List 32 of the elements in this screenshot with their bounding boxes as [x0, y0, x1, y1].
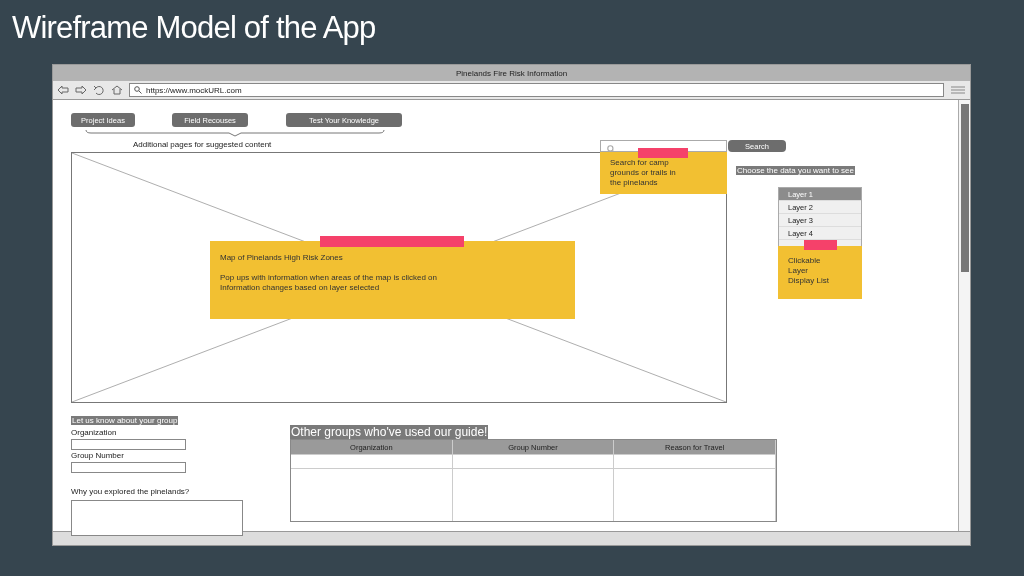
search-icon — [134, 86, 142, 94]
note-text: Clickable — [788, 256, 822, 266]
window-title: Pinelands Fire Risk Information — [455, 68, 568, 78]
back-icon[interactable] — [57, 85, 69, 95]
note-text: grounds or trails in — [610, 168, 677, 178]
note-text: the pinelands — [610, 178, 659, 188]
input-field[interactable] — [71, 462, 186, 473]
note-text: Pop ups with information when areas of the map is clicked on — [220, 273, 438, 283]
scrollbar[interactable] — [958, 100, 970, 531]
caption: Additional pages for suggested content — [133, 140, 272, 149]
note-text: Search for camp — [610, 158, 670, 168]
note-text: Display List — [788, 276, 830, 286]
section-heading: Let us know about your group — [71, 416, 179, 425]
slide-title: Wireframe Model of the App — [12, 10, 376, 46]
tape-strip — [638, 148, 688, 158]
note-text: Layer — [788, 266, 809, 276]
text-area[interactable] — [71, 500, 243, 536]
field-label: Group Number — [71, 451, 124, 460]
forward-icon[interactable] — [75, 85, 87, 95]
tape-strip — [804, 240, 837, 250]
note-text: Information changes based on layer selected — [220, 283, 381, 293]
reload-icon[interactable] — [93, 85, 105, 95]
field-label: Organization — [71, 428, 117, 437]
section-heading: Other groups who've used our guide! — [290, 425, 489, 439]
url-text: https://www.mockURL.com — [146, 85, 242, 95]
note-text: Map of Pinelands High Risk Zones — [220, 253, 344, 263]
address-bar[interactable]: https://www.mockURL.com — [129, 83, 944, 97]
home-icon[interactable] — [111, 85, 123, 95]
field-label: Why you explored the pinelands? — [71, 487, 190, 496]
search-icon — [607, 145, 616, 154]
section-heading: Choose the data you want to see — [736, 166, 855, 175]
input-field[interactable] — [71, 439, 186, 450]
